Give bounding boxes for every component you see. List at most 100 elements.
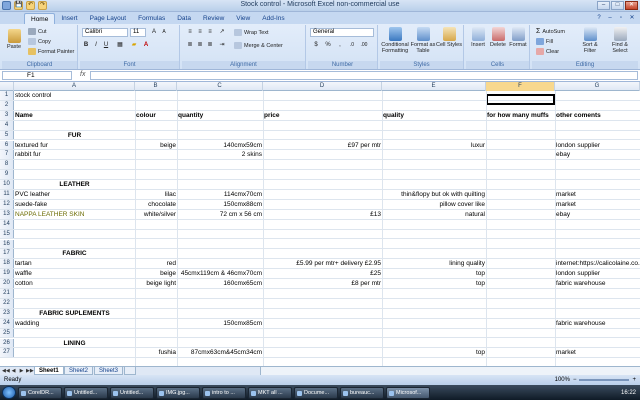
cell-a3[interactable]: Name	[14, 111, 135, 120]
cell-b11[interactable]: lilac	[135, 190, 177, 199]
cell-g11[interactable]: market	[555, 190, 640, 199]
italic-button[interactable]: I	[92, 41, 100, 49]
paste-button[interactable]: Paste	[4, 29, 24, 50]
wrap-text-button[interactable]: Wrap Text	[234, 29, 269, 36]
cell-d19[interactable]: £25	[263, 269, 382, 278]
help-icon[interactable]: ?	[595, 14, 603, 22]
font-size-select[interactable]: 11	[130, 28, 146, 37]
workbook-minimize-icon[interactable]: –	[606, 14, 614, 22]
zoom-slider[interactable]	[579, 379, 630, 381]
column-header-c[interactable]: C	[177, 82, 263, 91]
currency-icon[interactable]: $	[312, 41, 320, 49]
cell-d20[interactable]: £8 per mtr	[263, 279, 382, 288]
cell-g24[interactable]: fabric warehouse	[555, 319, 640, 328]
cell-c13[interactable]: 72 cm x 56 cm	[177, 210, 263, 219]
align-right-icon[interactable]: ≣	[206, 41, 214, 49]
cell-a17[interactable]: FABRIC	[14, 249, 135, 258]
cell-e18[interactable]: lining quality	[382, 259, 486, 268]
row-header[interactable]: 11	[0, 190, 14, 199]
column-header-b[interactable]: B	[135, 82, 177, 91]
row-header[interactable]: 13	[0, 209, 14, 219]
format-painter-button[interactable]: Format Painter	[28, 48, 74, 55]
align-top-icon[interactable]: ≡	[186, 28, 194, 36]
row-header[interactable]: 24	[0, 318, 14, 328]
row-header[interactable]: 20	[0, 279, 14, 288]
taskbar-item[interactable]: intro to ...	[202, 386, 246, 399]
format-as-table-button[interactable]: Format as Table	[410, 27, 436, 54]
row-header[interactable]: 8	[0, 160, 14, 170]
tab-page-layout[interactable]: Page Layout	[84, 13, 133, 24]
zoom-out-icon[interactable]: −	[573, 375, 577, 385]
cell-c11[interactable]: 114cmx70cm	[177, 190, 263, 199]
insert-sheet-icon[interactable]	[124, 367, 136, 375]
workbook-close-icon[interactable]: ✕	[628, 14, 636, 22]
decrease-decimal-icon[interactable]: .00	[360, 41, 368, 49]
cell-b27[interactable]: fushia	[135, 348, 177, 357]
grow-font-icon[interactable]: A	[150, 28, 158, 36]
cell-c19[interactable]: 45cmx119cm & 46cmx70cm	[177, 269, 263, 278]
cell-g19[interactable]: london supplier	[555, 269, 640, 278]
orientation-icon[interactable]: ↗	[218, 28, 226, 36]
cell-b6[interactable]: beige	[135, 141, 177, 150]
tab-home[interactable]: Home	[24, 13, 56, 24]
cell-a20[interactable]: cotton	[14, 279, 135, 288]
column-header-f[interactable]: F	[486, 82, 555, 91]
cell-e19[interactable]: top	[382, 269, 486, 278]
select-all-corner[interactable]	[0, 82, 14, 91]
row-header[interactable]: 1	[0, 91, 14, 100]
cell-e3[interactable]: quality	[382, 111, 486, 120]
cell-g12[interactable]: market	[555, 200, 640, 209]
horizontal-scrollbar[interactable]	[260, 367, 640, 375]
sheet-tab-1[interactable]: Sheet1	[34, 367, 64, 375]
formula-input[interactable]	[90, 71, 638, 80]
cell-b20[interactable]: beige light	[135, 279, 177, 288]
tab-add-ins[interactable]: Add-Ins	[256, 13, 290, 24]
cell-c12[interactable]: 150cmx88cm	[177, 200, 263, 209]
taskbar-item[interactable]: bureauc...	[340, 386, 384, 399]
taskbar-item[interactable]: Untitled...	[110, 386, 154, 399]
row-header[interactable]: 15	[0, 229, 14, 239]
cell-a13[interactable]: NAPPA LEATHER SKIN	[14, 210, 135, 219]
row-header[interactable]: 16	[0, 239, 14, 249]
format-cells-button[interactable]: Format	[508, 27, 528, 48]
cell-b13[interactable]: white/silver	[135, 210, 177, 219]
clear-button[interactable]: Clear	[536, 48, 559, 55]
start-button[interactable]	[2, 386, 16, 399]
row-header[interactable]: 23	[0, 308, 14, 318]
cell-b12[interactable]: chocolate	[135, 200, 177, 209]
column-header-g[interactable]: G	[555, 82, 640, 91]
cell-f3[interactable]: for how many muffs	[486, 111, 555, 120]
fill-button[interactable]: Fill	[536, 38, 553, 45]
row-header[interactable]: 5	[0, 130, 14, 140]
cell-c3[interactable]: quantity	[177, 111, 263, 120]
cell-d13[interactable]: £13	[263, 210, 382, 219]
indent-icon[interactable]: ⇥	[218, 41, 226, 49]
cell-e6[interactable]: luxur	[382, 141, 486, 150]
row-header[interactable]: 19	[0, 269, 14, 279]
workbook-restore-icon[interactable]: ▫	[617, 14, 625, 22]
cell-a18[interactable]: tartan	[14, 259, 135, 268]
taskbar-item[interactable]: Docume...	[294, 386, 338, 399]
sort-filter-button[interactable]: Sort & Filter	[576, 27, 604, 54]
comma-icon[interactable]: ,	[336, 41, 344, 49]
tab-insert[interactable]: Insert	[55, 13, 83, 24]
row-header[interactable]: 14	[0, 219, 14, 229]
cell-b18[interactable]: red	[135, 259, 177, 268]
taskbar-item[interactable]: CorelDR...	[18, 386, 62, 399]
cell-a24[interactable]: wadding	[14, 319, 135, 328]
taskbar-item[interactable]: MKT all ...	[248, 386, 292, 399]
align-bottom-icon[interactable]: ≡	[206, 28, 214, 36]
row-header[interactable]: 6	[0, 140, 14, 150]
cell-e11[interactable]: thin&flopy but ok with quilting	[382, 190, 486, 199]
tab-view[interactable]: View	[230, 13, 256, 24]
font-name-select[interactable]: Calibri	[82, 28, 128, 37]
cell-a11[interactable]: PVC leather	[14, 190, 135, 199]
align-center-icon[interactable]: ≣	[196, 41, 204, 49]
cell-d3[interactable]: price	[263, 111, 382, 120]
column-header-a[interactable]: A	[14, 82, 135, 91]
name-box[interactable]: F1	[2, 71, 72, 80]
cell-styles-button[interactable]: Cell Styles	[436, 27, 462, 48]
shrink-font-icon[interactable]: A	[160, 28, 168, 36]
cell-a10[interactable]: LEATHER	[14, 180, 135, 189]
tab-data[interactable]: Data	[171, 13, 197, 24]
